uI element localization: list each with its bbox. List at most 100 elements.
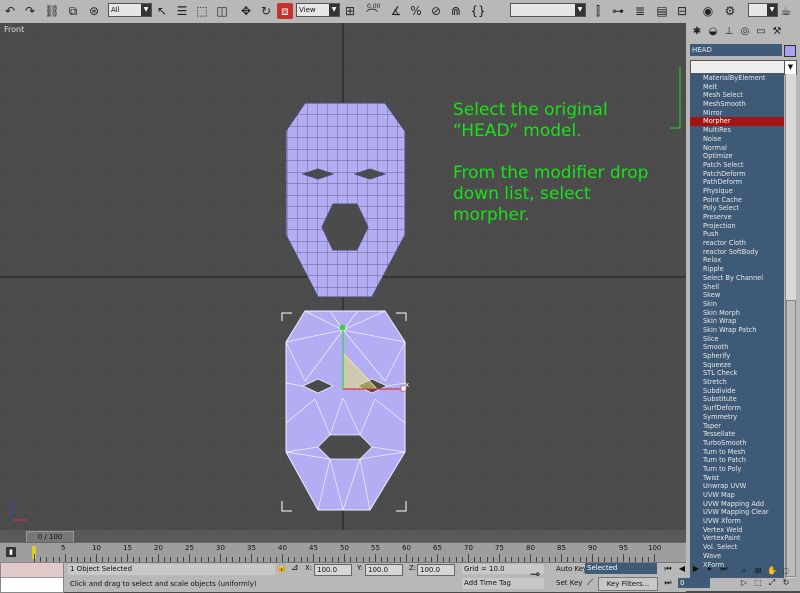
- modifier-list-item[interactable]: PatchDeform: [690, 170, 784, 179]
- select-move-icon[interactable]: ✥: [238, 3, 254, 19]
- modifier-list-item[interactable]: SurfDeform: [690, 404, 784, 413]
- modifier-list-item[interactable]: Skin Wrap: [690, 317, 784, 326]
- modifier-list-item[interactable]: STL Check: [690, 369, 784, 378]
- y-coordinate-field[interactable]: 100.0: [365, 564, 403, 576]
- modifier-list-item[interactable]: Push: [690, 230, 784, 239]
- angle-snap-icon[interactable]: ∡: [388, 3, 404, 19]
- modifier-list-item[interactable]: Stretch: [690, 378, 784, 387]
- select-by-name-icon[interactable]: ☰: [174, 3, 190, 19]
- next-frame-icon[interactable]: ▸: [704, 564, 716, 574]
- zoom-all-icon[interactable]: ⊞: [752, 566, 764, 576]
- time-slider-track[interactable]: [0, 530, 686, 542]
- modifier-list-item[interactable]: Patch Select: [690, 161, 784, 170]
- modifier-list-item[interactable]: Skin: [690, 300, 784, 309]
- play-icon[interactable]: ▶: [690, 564, 702, 574]
- modifier-list-item[interactable]: Noise: [690, 135, 784, 144]
- current-frame-field[interactable]: 0: [678, 578, 710, 588]
- front-viewport[interactable]: x Front Select the original “HEAD” model…: [0, 23, 686, 530]
- modifier-list-item[interactable]: Poly Select: [690, 204, 784, 213]
- modify-tab-icon[interactable]: ◒: [707, 26, 719, 38]
- modifier-list-dropdown[interactable]: [690, 60, 785, 74]
- material-editor-icon[interactable]: ◉: [700, 3, 716, 19]
- object-name-field[interactable]: HEAD: [690, 44, 782, 56]
- redo-icon[interactable]: ↷: [22, 3, 38, 19]
- snap-toggle-icon[interactable]: ⌒: [364, 7, 380, 23]
- spinner-snap-icon[interactable]: ⊘: [428, 3, 444, 19]
- modifier-list-item[interactable]: Turn to Mesh: [690, 448, 784, 457]
- modifier-list-item[interactable]: Relax: [690, 256, 784, 265]
- modifier-list-item[interactable]: Physique: [690, 187, 784, 196]
- arc-rotate-icon[interactable]: ↻: [780, 578, 792, 588]
- set-key-button[interactable]: Set Key: [556, 578, 582, 589]
- modifier-list-item[interactable]: Preserve: [690, 213, 784, 222]
- key-filters-button[interactable]: Key Filters...: [598, 577, 658, 591]
- modifier-list-item[interactable]: Morpher: [690, 117, 784, 127]
- key-mode-toggle-icon[interactable]: ⏭: [662, 578, 674, 588]
- viewport-label[interactable]: Front: [4, 25, 24, 34]
- track-bar[interactable]: ▮ 5 10 15 20 25 30 35 40 45 50 55 60 65 70 75 80 85 90 95 1…: [0, 542, 686, 563]
- modifier-list-item[interactable]: MeshSmooth: [690, 100, 784, 109]
- lock-icon[interactable]: 🔒: [276, 563, 287, 573]
- named-selection-set-select[interactable]: ▼: [510, 3, 586, 17]
- modifier-list-item[interactable]: MaterialByElement: [690, 74, 784, 83]
- modifier-list-item[interactable]: Shell: [690, 283, 784, 292]
- curve-editor-icon[interactable]: ▤: [654, 3, 670, 19]
- field-of-view-icon[interactable]: ▷: [738, 578, 750, 588]
- selection-filter-select[interactable]: All ▼: [108, 3, 152, 17]
- modifier-list-item[interactable]: Tessellate: [690, 430, 784, 439]
- pivot-center-icon[interactable]: ⊞: [342, 3, 358, 19]
- percent-snap-icon[interactable]: %: [408, 3, 424, 19]
- reference-coord-select[interactable]: View ▼: [296, 3, 340, 17]
- modifier-list-item[interactable]: Skew: [690, 291, 784, 300]
- motion-tab-icon[interactable]: ◎: [739, 26, 751, 38]
- auto-key-button[interactable]: Auto Key: [556, 564, 587, 575]
- zoom-icon[interactable]: ⌕: [738, 566, 750, 576]
- modifier-list-item[interactable]: Symmetry: [690, 413, 784, 422]
- head-mesh-target[interactable]: [285, 310, 406, 511]
- named-selection-icon[interactable]: {}: [470, 3, 486, 19]
- key-selection-dropdown[interactable]: Selected: [585, 563, 657, 574]
- modifier-list-item[interactable]: Smooth: [690, 343, 784, 352]
- modifier-list-item[interactable]: Ripple: [690, 265, 784, 274]
- modifier-list-item[interactable]: Select By Channel: [690, 274, 784, 283]
- modifier-list-item[interactable]: Skin Wrap Patch: [690, 326, 784, 335]
- modifier-list-item[interactable]: Spherify: [690, 352, 784, 361]
- modifier-list-item[interactable]: Turn to Poly: [690, 465, 784, 474]
- modifier-list-item[interactable]: Mesh Select: [690, 91, 784, 100]
- z-coordinate-field[interactable]: 100.0: [417, 564, 455, 576]
- unlink-icon[interactable]: ⧉: [65, 3, 81, 19]
- modifier-list-item[interactable]: Slice: [690, 335, 784, 344]
- modifier-list-item[interactable]: MultiRes: [690, 126, 784, 135]
- render-type-select[interactable]: ▼: [748, 3, 778, 17]
- modifier-list-item[interactable]: Projection: [690, 222, 784, 231]
- object-color-swatch[interactable]: [784, 45, 796, 57]
- undo-icon[interactable]: ↶: [2, 3, 18, 19]
- modifier-list-item[interactable]: UVW Mapping Clear: [690, 508, 784, 517]
- absolute-mode-icon[interactable]: ⊿: [291, 563, 299, 573]
- display-tab-icon[interactable]: ▭: [755, 26, 767, 38]
- zoom-region-icon[interactable]: ⬚: [752, 578, 764, 588]
- select-scale-icon[interactable]: ⧈: [277, 3, 293, 19]
- modifier-list-item[interactable]: Turn to Patch: [690, 456, 784, 465]
- window-crossing-icon[interactable]: ◫: [214, 3, 230, 19]
- modifier-list-item[interactable]: UVW Mapping Add: [690, 500, 784, 509]
- modifier-list-item[interactable]: VertexPaint: [690, 534, 784, 543]
- scrollbar-thumb[interactable]: [786, 300, 796, 577]
- pan-icon[interactable]: ✋: [766, 566, 778, 576]
- bind-space-warp-icon[interactable]: ⊛: [86, 3, 102, 19]
- previous-frame-icon[interactable]: ◀: [676, 564, 688, 574]
- modifier-list-item[interactable]: Subdivide: [690, 387, 784, 396]
- modifier-list-item[interactable]: UVW Xform: [690, 517, 784, 526]
- modifier-list-item[interactable]: reactor SoftBody: [690, 248, 784, 257]
- modifier-list[interactable]: MaterialByElement Melt Mesh Select MeshSmoo…: [690, 74, 784, 578]
- layer-manager-icon[interactable]: ≣: [632, 3, 648, 19]
- create-tab-icon[interactable]: ✱: [691, 26, 703, 38]
- schematic-view-icon[interactable]: ⊟: [674, 3, 690, 19]
- modifier-list-item[interactable]: PathDeform: [690, 178, 784, 187]
- modifier-list-item[interactable]: Twist: [690, 474, 784, 483]
- modifier-list-item[interactable]: Unwrap UVW: [690, 482, 784, 491]
- modifier-list-item[interactable]: Vertex Weld: [690, 526, 784, 535]
- modifier-list-item[interactable]: reactor Cloth: [690, 239, 784, 248]
- align-icon[interactable]: ⊶: [610, 3, 626, 19]
- orbit-icon[interactable]: ◌: [780, 566, 792, 576]
